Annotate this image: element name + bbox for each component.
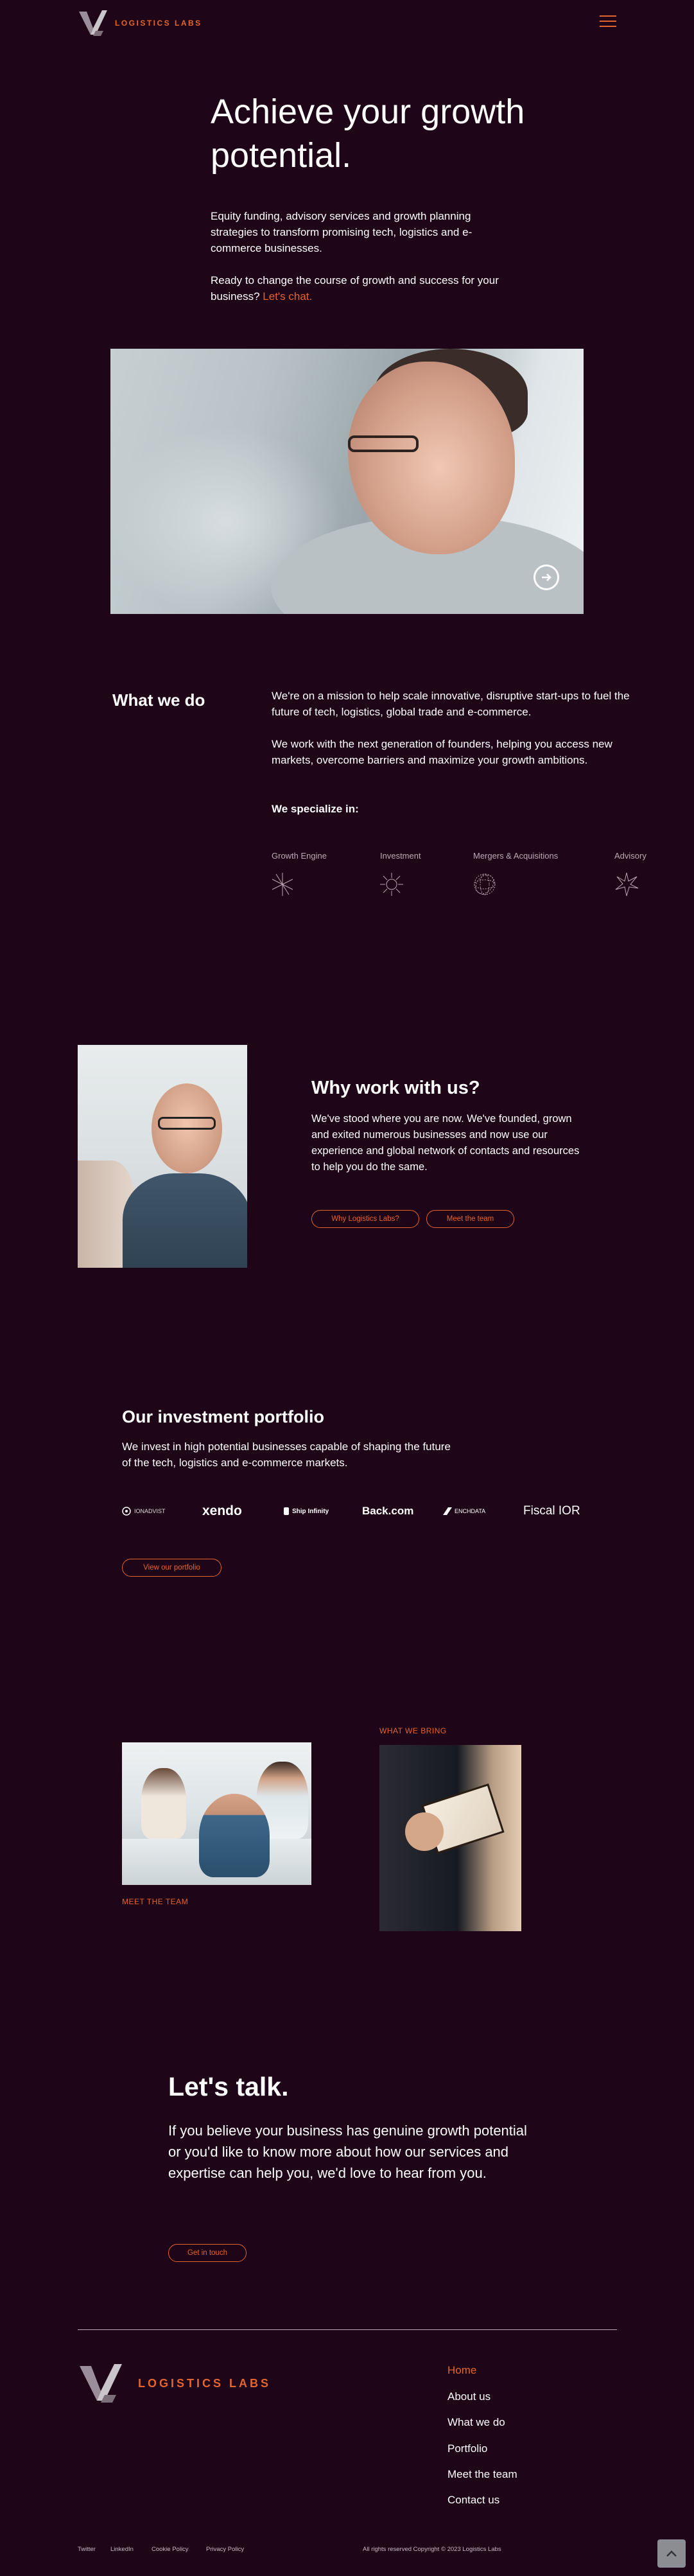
why-portrait-image — [78, 1045, 247, 1268]
what-we-bring-image[interactable] — [379, 1745, 521, 1931]
hero-cta-text: Ready to change the course of growth and… — [211, 274, 499, 302]
arrow-right-circle-icon[interactable] — [534, 565, 559, 590]
meet-the-team-label[interactable]: MEET THE TEAM — [122, 1897, 188, 1906]
specialty-investment[interactable]: Investment — [380, 851, 421, 861]
footer-nav-meet-team[interactable]: Meet the team — [447, 2468, 517, 2481]
lets-talk-title: Let's talk. — [168, 2072, 289, 2101]
ship-infinity-logo-icon — [284, 1507, 289, 1515]
portfolio-logo-enchdata[interactable]: ENCHDATA — [443, 1502, 485, 1521]
what-we-bring-label[interactable]: WHAT WE BRING — [379, 1726, 447, 1735]
sunburst-icon — [380, 873, 403, 896]
team-meeting-image[interactable] — [122, 1742, 311, 1885]
footer-nav-what-we-do[interactable]: What we do — [447, 2416, 505, 2429]
footer-divider — [78, 2329, 617, 2330]
footer-nav-contact[interactable]: Contact us — [447, 2494, 499, 2507]
specialty-mergers[interactable]: Mergers & Acquisitions — [473, 851, 558, 861]
footer-nav-portfolio[interactable]: Portfolio — [447, 2442, 487, 2455]
specialty-advisory[interactable]: Advisory — [614, 851, 646, 861]
why-logistics-labs-button[interactable]: Why Logistics Labs? — [311, 1210, 419, 1228]
enchdata-logo-icon — [443, 1507, 452, 1515]
header-logo[interactable]: LOGISTICS LABS — [78, 9, 202, 37]
what-we-do-paragraph-2: We work with the next generation of foun… — [272, 738, 612, 766]
ionadvist-logo-icon — [122, 1507, 131, 1516]
meet-the-team-button[interactable]: Meet the team — [426, 1210, 514, 1228]
logo-text: LOGISTICS LABS — [115, 19, 202, 28]
logo-mark-icon — [79, 10, 107, 36]
what-we-do-paragraph-1: We're on a mission to help scale innovat… — [272, 690, 630, 718]
portfolio-logo-fiscal-ior[interactable]: Fiscal IOR — [523, 1502, 580, 1521]
lets-chat-link[interactable]: Let's chat. — [263, 290, 312, 302]
footer-link-linkedin[interactable]: LinkedIn — [110, 2546, 134, 2553]
dotted-sphere-icon — [474, 873, 496, 895]
chevron-up-icon — [666, 2550, 677, 2557]
logo-mark-icon — [80, 2364, 122, 2403]
why-paragraph: We've stood where you are now. We've fou… — [311, 1113, 580, 1173]
asterisk-lines-icon — [272, 873, 293, 896]
view-portfolio-button[interactable]: View our portfolio — [122, 1559, 221, 1577]
hero-title: Achieve your growth potential. — [211, 92, 525, 175]
portfolio-logo-back-com[interactable]: Back.com — [362, 1502, 413, 1521]
back-to-top-button[interactable] — [657, 2539, 686, 2568]
portfolio-title: Our investment portfolio — [122, 1407, 325, 1426]
footer-copyright: All rights reserved Copyright © 2023 Log… — [363, 2546, 501, 2553]
footer-link-twitter[interactable]: Twitter — [78, 2546, 96, 2553]
footer-link-cookie[interactable]: Cookie Policy — [152, 2546, 189, 2553]
specialty-growth-engine[interactable]: Growth Engine — [272, 851, 327, 861]
what-we-do-title: What we do — [112, 690, 205, 710]
starburst-icon — [615, 872, 639, 897]
portfolio-logo-ship-infinity[interactable]: Ship Infinity — [283, 1502, 329, 1521]
portfolio-logo-ionadvist[interactable]: IONADVIST — [122, 1502, 166, 1521]
hamburger-icon[interactable] — [600, 15, 616, 28]
hero-video[interactable] — [110, 349, 584, 614]
why-title: Why work with us? — [311, 1078, 480, 1098]
footer-logo[interactable]: LOGISTICS LABS — [78, 2361, 271, 2405]
specialize-label: We specialize in: — [272, 803, 359, 815]
footer-logo-text: LOGISTICS LABS — [138, 2376, 272, 2390]
footer-nav-about[interactable]: About us — [447, 2390, 490, 2403]
lets-talk-paragraph: If you believe your business has genuine… — [168, 2123, 527, 2181]
get-in-touch-button[interactable]: Get in touch — [168, 2244, 247, 2262]
hero-cta: Ready to change the course of growth and… — [211, 272, 512, 304]
hero-paragraph: Equity funding, advisory services and gr… — [211, 210, 473, 254]
portfolio-paragraph: We invest in high potential businesses c… — [122, 1441, 451, 1469]
footer-link-privacy[interactable]: Privacy Policy — [206, 2546, 244, 2553]
footer-nav-home[interactable]: Home — [447, 2364, 476, 2377]
portfolio-logo-xendo[interactable]: xendo — [202, 1502, 242, 1521]
